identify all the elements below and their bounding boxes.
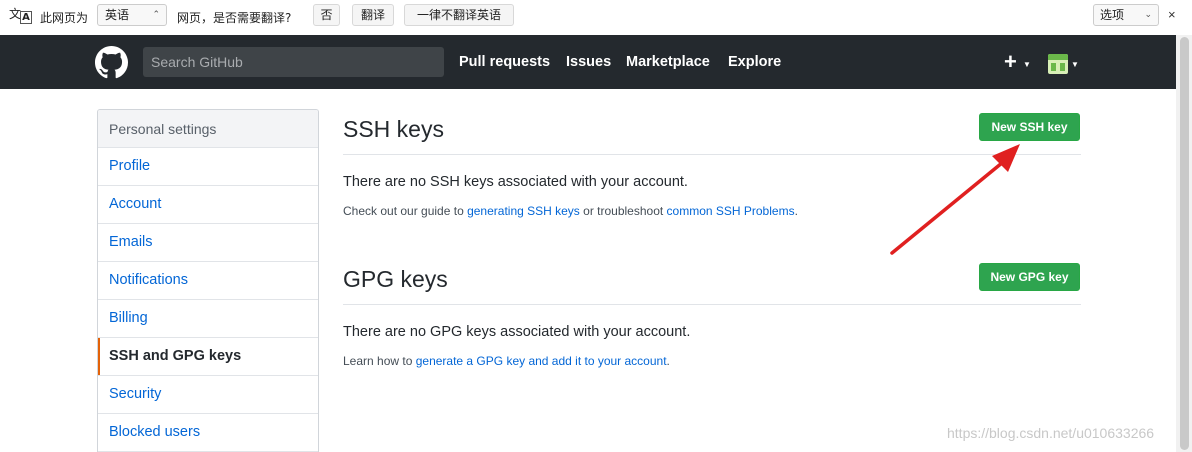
common-ssh-problems-link[interactable]: common SSH Problems: [667, 204, 795, 218]
generate-gpg-key-link[interactable]: generate a GPG key and add it to your ac…: [416, 354, 667, 368]
generating-ssh-keys-link[interactable]: generating SSH keys: [467, 204, 580, 218]
sidebar-item-billing[interactable]: Billing: [98, 300, 318, 338]
gpg-note-text: Learn how to: [343, 354, 416, 368]
chevron-down-icon: ⌄: [1144, 10, 1152, 20]
sidebar-item-notifications[interactable]: Notifications: [98, 262, 318, 300]
settings-sidebar: Personal settings Profile Account Emails…: [97, 109, 319, 452]
avatar-caret-icon[interactable]: ▼: [1071, 60, 1079, 69]
sidebar-heading: Personal settings: [98, 110, 318, 148]
no-translate-button[interactable]: 否: [313, 4, 340, 26]
ssh-note-text: Check out our guide to: [343, 204, 468, 218]
ssh-keys-title: SSH keys: [343, 116, 444, 142]
scrollbar-thumb[interactable]: [1180, 37, 1189, 450]
watermark: https://blog.csdn.net/u010633266: [947, 425, 1155, 441]
sidebar-item-security[interactable]: Security: [98, 376, 318, 414]
annotation-arrow-icon: [890, 144, 1020, 255]
divider: [343, 304, 1081, 305]
ssh-help-note: Check out our guide to generating SSH ke…: [343, 204, 798, 218]
never-translate-button[interactable]: 一律不翻译英语: [404, 4, 514, 26]
scrollbar[interactable]: [1176, 35, 1192, 452]
translate-icon: 文A: [9, 5, 33, 25]
language-select-value: 英语: [105, 8, 130, 22]
new-ssh-key-button[interactable]: New SSH key: [979, 113, 1080, 141]
sidebar-item-ssh-gpg-keys[interactable]: SSH and GPG keys: [98, 338, 318, 376]
sidebar-item-emails[interactable]: Emails: [98, 224, 318, 262]
updown-icon: ⌃: [152, 10, 160, 20]
gpg-keys-title: GPG keys: [343, 266, 448, 292]
nav-explore[interactable]: Explore: [728, 54, 781, 70]
translate-bar: 文A 此网页为 英语 ⌃ 网页，是否需要翻译? 否 翻译 一律不翻译英语 选项 ⌄ …: [0, 0, 1192, 30]
sidebar-item-account[interactable]: Account: [98, 186, 318, 224]
options-select[interactable]: 选项 ⌄: [1093, 4, 1159, 26]
ssh-empty-message: There are no SSH keys associated with yo…: [343, 174, 688, 190]
sidebar-item-blocked-users[interactable]: Blocked users: [98, 414, 318, 452]
ssh-note-text: or troubleshoot: [579, 204, 667, 218]
sidebar-item-profile[interactable]: Profile: [98, 148, 318, 186]
ssh-note-text: .: [794, 204, 798, 218]
gpg-empty-message: There are no GPG keys associated with yo…: [343, 324, 691, 340]
github-logo-icon[interactable]: [95, 46, 128, 79]
github-header: Pull requests Issues Marketplace Explore…: [0, 35, 1176, 89]
close-icon[interactable]: ×: [1168, 7, 1176, 22]
language-select[interactable]: 英语 ⌃: [97, 4, 167, 26]
gpg-note-text: .: [666, 354, 670, 368]
avatar[interactable]: [1048, 54, 1068, 74]
options-select-value: 选项: [1100, 8, 1125, 22]
translate-button[interactable]: 翻译: [352, 4, 394, 26]
create-caret-icon[interactable]: ▼: [1023, 60, 1031, 69]
nav-pull-requests[interactable]: Pull requests: [459, 54, 550, 70]
nav-issues[interactable]: Issues: [566, 54, 611, 70]
create-new-plus-icon[interactable]: +: [1004, 49, 1017, 75]
search-input[interactable]: [143, 47, 444, 77]
nav-marketplace[interactable]: Marketplace: [626, 54, 710, 70]
new-gpg-key-button[interactable]: New GPG key: [979, 263, 1080, 291]
gpg-help-note: Learn how to generate a GPG key and add …: [343, 354, 670, 368]
translate-question-label: 网页，是否需要翻译?: [177, 11, 292, 25]
translate-page-is-label: 此网页为: [40, 11, 89, 25]
